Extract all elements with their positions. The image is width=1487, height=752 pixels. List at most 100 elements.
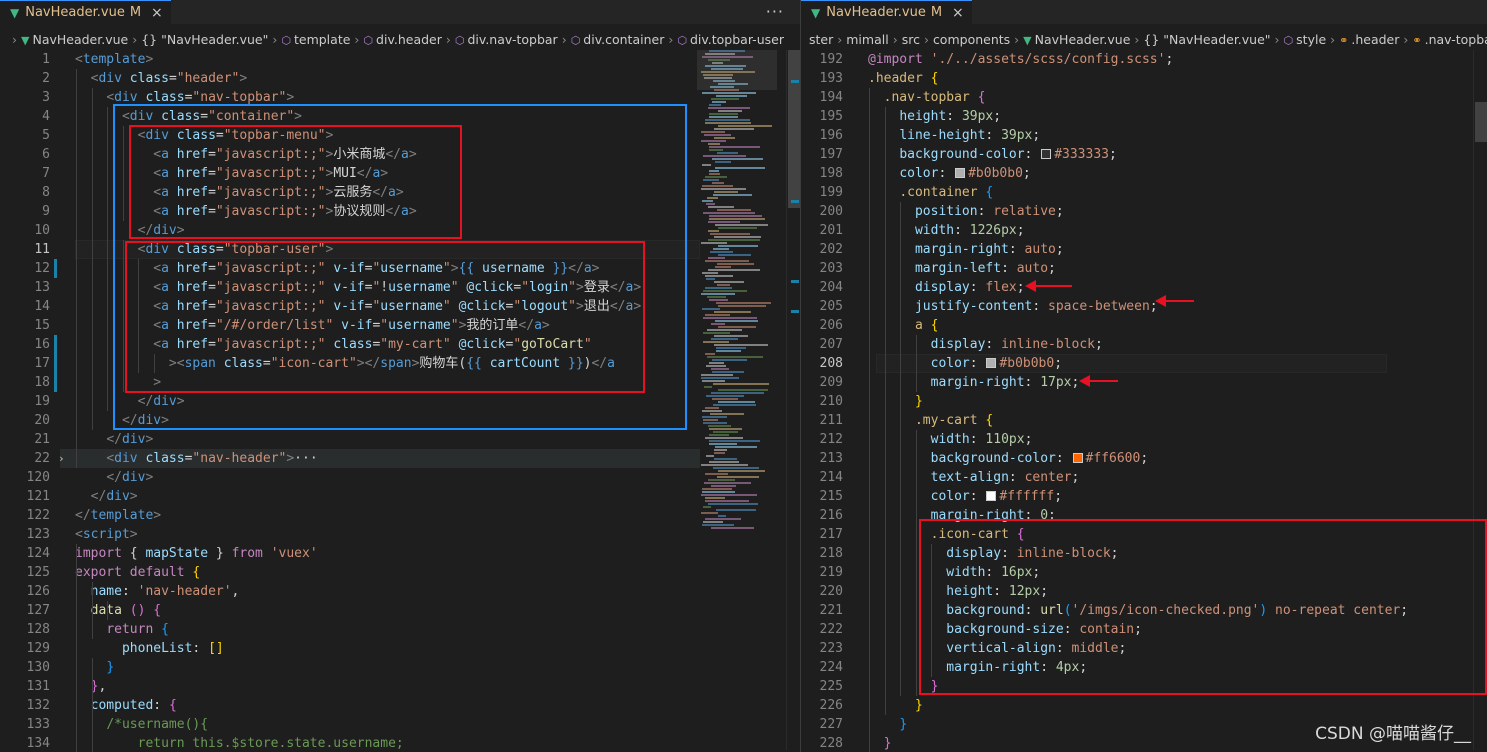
code-line[interactable]: 217 .icon-cart { [801, 525, 1487, 544]
breadcrumb-item[interactable]: ▼ NavHeader.vue [1023, 32, 1130, 47]
code-line[interactable]: 17 ><span class="icon-cart"></span>购物车({… [0, 354, 800, 373]
code-line[interactable]: 216 margin-right: 0; [801, 506, 1487, 525]
code-line[interactable]: 121 </div> [0, 487, 800, 506]
code-editor[interactable]: 192 @import './../assets/scss/config.scss… [801, 50, 1487, 752]
code-line[interactable]: 2 <div class="header"> [0, 69, 800, 88]
code-line[interactable]: 224 margin-right: 4px; [801, 658, 1487, 677]
code-line[interactable]: 134 return this.$store.state.username; [0, 734, 800, 752]
code-line[interactable]: 9 <a href="javascript:;">协议规则</a> [0, 202, 800, 221]
code-line[interactable]: 196 line-height: 39px; [801, 126, 1487, 145]
code-line[interactable]: 219 width: 16px; [801, 563, 1487, 582]
breadcrumb-item[interactable]: ⚭ .header [1339, 32, 1399, 47]
code-line[interactable]: 199 .container { [801, 183, 1487, 202]
code-line[interactable]: 11 <div class="topbar-user"> [0, 240, 800, 259]
breadcrumb-item[interactable]: ⬡ div.container [571, 32, 665, 47]
breadcrumb-item[interactable]: ster [809, 32, 833, 47]
code-line[interactable]: 198 color: #b0b0b0; [801, 164, 1487, 183]
fold-chevron-icon[interactable]: › [58, 449, 65, 468]
code-line[interactable]: 18 > [0, 373, 800, 392]
code-line[interactable]: 211 .my-cart { [801, 411, 1487, 430]
code-line[interactable]: 124 import { mapState } from 'vuex' [0, 544, 800, 563]
code-line[interactable]: 13 <a href="javascript:;" v-if="!usernam… [0, 278, 800, 297]
code-line[interactable]: 201 width: 1226px; [801, 221, 1487, 240]
breadcrumb-item[interactable]: components [933, 32, 1010, 47]
breadcrumb-item[interactable]: ⬡ div.topbar-user [677, 32, 784, 47]
code-line[interactable]: 126 name: 'nav-header', [0, 582, 800, 601]
code-line[interactable]: 209 margin-right: 17px; [801, 373, 1487, 392]
code-line[interactable]: 207 display: inline-block; [801, 335, 1487, 354]
code-line[interactable]: 193 .header { [801, 69, 1487, 88]
code-line[interactable]: 210 } [801, 392, 1487, 411]
code-line[interactable]: 10 </div> [0, 221, 800, 240]
code-line[interactable]: 12 <a href="javascript:;" v-if="username… [0, 259, 800, 278]
code-line[interactable]: 202 margin-right: auto; [801, 240, 1487, 259]
more-actions-icon[interactable]: ··· [766, 2, 784, 21]
code-line[interactable]: 131 }, [0, 677, 800, 696]
code-line[interactable]: 212 width: 110px; [801, 430, 1487, 449]
minimap[interactable] [697, 50, 777, 530]
code-line[interactable]: 195 height: 39px; [801, 107, 1487, 126]
code-line[interactable]: 20 </div> [0, 411, 800, 430]
code-line[interactable]: 194 .nav-topbar { [801, 88, 1487, 107]
close-tab-icon[interactable]: × [151, 5, 163, 21]
code-line[interactable]: 205 justify-content: space-between; [801, 297, 1487, 316]
code-line[interactable]: 120 </div> [0, 468, 800, 487]
code-line[interactable]: 125 export default { [0, 563, 800, 582]
breadcrumb-item[interactable]: mimall [846, 32, 888, 47]
breadcrumb-item[interactable]: ⬡ template [281, 32, 350, 47]
vertical-scrollbar[interactable] [1473, 50, 1487, 750]
code-line[interactable]: 19 </div> [0, 392, 800, 411]
breadcrumb-item[interactable]: ▼ NavHeader.vue [21, 32, 128, 47]
code-line[interactable]: 15 <a href="/#/order/list" v-if="usernam… [0, 316, 800, 335]
code-line[interactable]: 206 a { [801, 316, 1487, 335]
code-line[interactable]: 8 <a href="javascript:;">云服务</a> [0, 183, 800, 202]
code-line[interactable]: 128 return { [0, 620, 800, 639]
breadcrumb-item[interactable]: ⚭.nav-topbar [1412, 32, 1487, 47]
minimap-viewport[interactable] [697, 50, 777, 90]
tab-navheader-vue-left[interactable]: ▼ NavHeader.vue M × [0, 0, 171, 24]
code-line[interactable]: 1 <template> [0, 50, 800, 69]
code-line[interactable]: 123 <script> [0, 525, 800, 544]
scrollbar-thumb[interactable] [788, 50, 800, 208]
code-line[interactable]: 222 background-size: contain; [801, 620, 1487, 639]
color-swatch[interactable] [1072, 453, 1083, 463]
tab-navheader-vue-right[interactable]: ▼ NavHeader.vue M × [801, 0, 972, 24]
close-tab-icon[interactable]: × [952, 5, 964, 21]
color-swatch[interactable] [986, 358, 997, 368]
breadcrumb-item[interactable]: ⬡ style [1284, 32, 1327, 47]
code-line[interactable]: 208 color: #b0b0b0; [801, 354, 1487, 373]
code-line[interactable]: 203 margin-left: auto; [801, 259, 1487, 278]
color-swatch[interactable] [986, 491, 997, 501]
breadcrumb-item[interactable]: {} "NavHeader.vue" [141, 32, 268, 47]
code-line[interactable]: 129 phoneList: [] [0, 639, 800, 658]
code-line[interactable]: 197 background-color: #333333; [801, 145, 1487, 164]
code-line[interactable]: 132 computed: { [0, 696, 800, 715]
code-line[interactable]: 220 height: 12px; [801, 582, 1487, 601]
code-line[interactable]: 204 display: flex; [801, 278, 1487, 297]
code-line[interactable]: 122 </template> [0, 506, 800, 525]
breadcrumb-item[interactable]: src [902, 32, 920, 47]
code-line[interactable]: 22 › <div class="nav-header">··· [0, 449, 800, 468]
code-line[interactable]: 4 <div class="container"> [0, 107, 800, 126]
code-line[interactable]: 200 position: relative; [801, 202, 1487, 221]
vertical-scrollbar[interactable] [786, 50, 800, 750]
code-line[interactable]: 223 vertical-align: middle; [801, 639, 1487, 658]
code-line[interactable]: 215 color: #ffffff; [801, 487, 1487, 506]
code-line[interactable]: 192 @import './../assets/scss/config.scss… [801, 50, 1487, 69]
code-line[interactable]: 16 <a href="javascript:;" class="my-cart… [0, 335, 800, 354]
code-line[interactable]: 225 } [801, 677, 1487, 696]
code-line[interactable]: 7 <a href="javascript:;">MUI</a> [0, 164, 800, 183]
code-line[interactable]: 213 background-color: #ff6600; [801, 449, 1487, 468]
breadcrumb-item[interactable]: ⬡ div.nav-topbar [455, 32, 558, 47]
color-swatch[interactable] [955, 168, 966, 178]
code-line[interactable]: 3 <div class="nav-topbar"> [0, 88, 800, 107]
code-editor[interactable]: 1 <template> 2 <div class="header"> 3 <div … [0, 50, 800, 752]
code-line[interactable]: 6 <a href="javascript:;">小米商城</a> [0, 145, 800, 164]
code-line[interactable]: 226 } [801, 696, 1487, 715]
scrollbar-thumb[interactable] [1475, 102, 1487, 142]
code-line[interactable]: 133 /*username(){ [0, 715, 800, 734]
code-line[interactable]: 218 display: inline-block; [801, 544, 1487, 563]
breadcrumb-item[interactable]: ⬡ div.header [363, 32, 441, 47]
code-line[interactable]: 21 </div> [0, 430, 800, 449]
code-line[interactable]: 130 } [0, 658, 800, 677]
